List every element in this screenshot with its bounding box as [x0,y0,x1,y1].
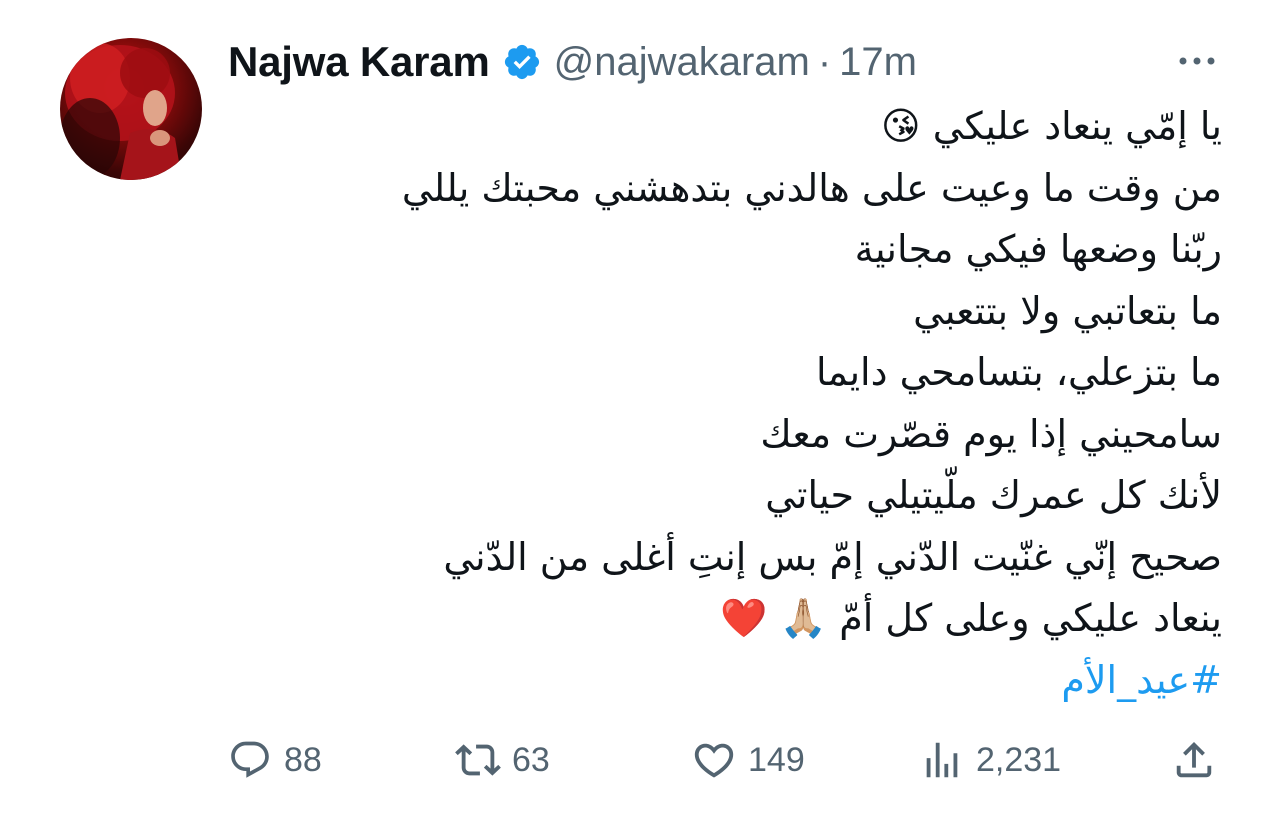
avatar[interactable] [60,38,202,180]
tweet-header: Najwa Karam @najwakaram · 17m [228,34,917,90]
tweet-line: ما بتزعلي، بتسامحي دايما [815,350,1222,394]
tweet[interactable]: Najwa Karam @najwakaram · 17m يا إمّي ين… [0,0,1284,817]
more-icon[interactable] [1172,46,1222,76]
views-count: 2,231 [976,740,1062,779]
tweet-line-text: يا إمّي ينعاد عليكي [932,104,1222,148]
verified-badge-icon [502,42,542,82]
timestamp[interactable]: 17m [839,40,917,85]
tweet-line: سامحيني إذا يوم قصّرت معك [760,411,1222,456]
like-count: 149 [748,740,805,779]
reply-button[interactable]: 88 [226,730,322,790]
pray-emoji-icon: 🙏🏼 [779,596,828,640]
hashtag-link[interactable]: #عيد_الأم [1061,658,1222,702]
views-button[interactable]: 2,231 [918,730,1061,790]
heart-emoji-icon: ❤️ [720,596,768,640]
tweet-line: من وقت ما وعيت على هالدني بتدهشني محبتك … [401,165,1222,210]
tweet-text: يا إمّي ينعاد عليكي 😘 من وقت ما وعيت على… [262,96,1222,711]
reply-icon [226,736,274,784]
like-icon [690,736,738,784]
separator-dot: · [817,39,832,84]
share-button[interactable] [1170,730,1218,790]
tweet-line: ربّنا وضعها فيكي مجانية [854,227,1222,271]
tweet-line: ما بتعاتبي ولا بتتعبي [913,288,1222,333]
tweet-line: يا إمّي ينعاد عليكي 😘 [262,96,1222,158]
display-name[interactable]: Najwa Karam [228,38,490,86]
retweet-icon [454,736,502,784]
action-bar: 88 63 149 2,231 [0,730,1284,790]
kiss-emoji-icon: 😘 [881,104,921,148]
tweet-line: ينعاد عليكي وعلى كل أمّ 🙏🏼 ❤️ [262,588,1222,650]
reply-count: 88 [284,740,322,779]
tweet-line: لأنك كل عمرك ملّيتيلي حياتي [765,473,1222,517]
views-icon [918,736,966,784]
handle[interactable]: @najwakaram [554,40,810,85]
tweet-line: #عيد_الأم [262,650,1222,712]
share-icon [1170,736,1218,784]
retweet-button[interactable]: 63 [454,730,550,790]
tweet-line: صحيح إنّي غنّيت الدّني إمّ بس إنتِ أغلى … [443,534,1222,579]
retweet-count: 63 [512,740,550,779]
like-button[interactable]: 149 [690,730,805,790]
tweet-line-text: ينعاد عليكي وعلى كل أمّ [839,596,1222,640]
